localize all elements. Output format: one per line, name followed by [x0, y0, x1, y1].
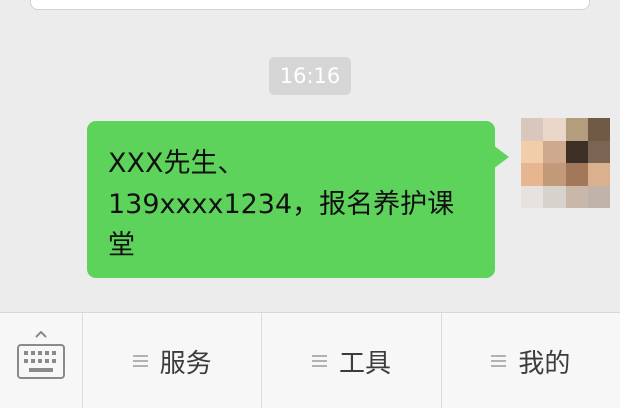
menu-label: 服务	[159, 348, 212, 379]
avatar[interactable]	[521, 118, 610, 208]
sent-message-bubble[interactable]: XXX先生、 139xxxx1234，报名养护课堂	[87, 121, 495, 278]
menu-list-icon	[132, 354, 148, 368]
menu-list-icon	[491, 354, 507, 368]
message-timestamp: 16:16	[269, 57, 351, 95]
bubble-tail	[493, 145, 509, 169]
menu-list-icon	[311, 354, 327, 368]
menu-label: 工具	[338, 348, 391, 379]
menu-bar: 服务 工具 我的	[0, 312, 620, 408]
keyboard-toggle-button[interactable]	[0, 313, 83, 408]
menu-button-mine[interactable]: 我的	[442, 313, 620, 408]
menu-button-service[interactable]: 服务	[83, 313, 263, 408]
chat-screen: 16:16 XXX先生、 139xxxx1234，报名养护课堂 服务 工具 我的	[0, 0, 620, 408]
previous-message-bubble	[30, 0, 590, 10]
keyboard-icon	[17, 331, 65, 379]
message-text: XXX先生、 139xxxx1234，报名养护课堂	[108, 148, 455, 261]
menu-label: 我的	[518, 348, 571, 379]
menu-button-tools[interactable]: 工具	[262, 313, 442, 408]
